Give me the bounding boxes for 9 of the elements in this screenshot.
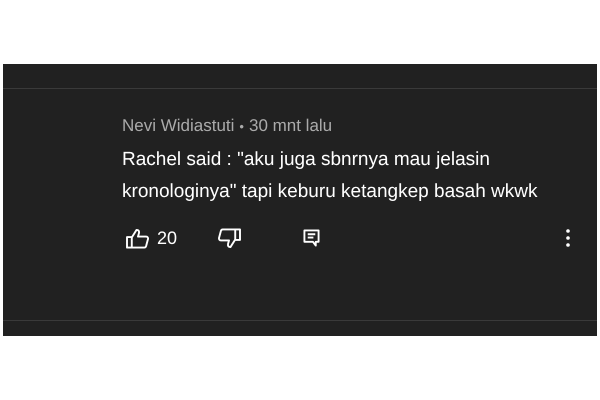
comment-time: 30 mnt lalu: [248, 116, 332, 136]
comment-author[interactable]: Nevi Widiastuti: [122, 116, 234, 136]
separator-dot: •: [239, 118, 244, 134]
more-icon[interactable]: [566, 229, 570, 247]
comment-text: Rachel said : "aku juga sbnrnya mau jelasin kronologinya" tapi keburu ketangkep basah wkwk: [122, 148, 538, 204]
reply-icon[interactable]: [303, 228, 320, 248]
like-count: 20: [157, 228, 178, 248]
like-icon[interactable]: [125, 228, 150, 248]
dislike-icon[interactable]: [217, 228, 242, 248]
